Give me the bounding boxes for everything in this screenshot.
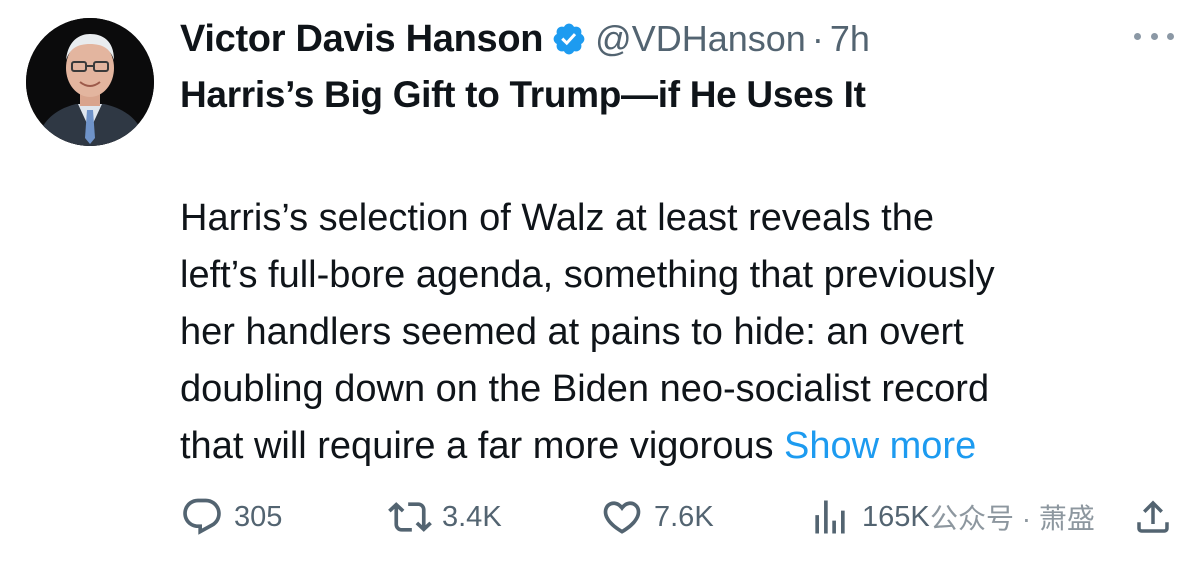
verified-badge-icon [551, 21, 587, 57]
body-line-text: that will require a far more vigorous [180, 425, 785, 467]
avatar[interactable] [26, 18, 154, 146]
separator-dot: · [811, 18, 824, 59]
body-line: her handlers seemed at pains to hide: an… [180, 311, 964, 353]
watermark: 公众号 · 萧盛 [930, 503, 1095, 534]
body-line: left’s full-bore agenda, something that … [180, 254, 995, 296]
body-line: doubling down on the Biden neo-socialist… [180, 368, 990, 410]
like-button[interactable]: 7.6K [600, 492, 714, 542]
show-more-link[interactable]: Show more [784, 425, 976, 467]
repost-button[interactable]: 3.4K [388, 492, 502, 542]
heart-icon [603, 501, 641, 534]
tweet-header: Victor Davis Hanson @VDHanson · 7h [180, 12, 870, 66]
reply-button[interactable]: 305 [180, 492, 282, 542]
tweet-headline: Harris’s Big Gift to Trump—if He Uses It [180, 74, 866, 115]
tweet-body: Harris’s selection of Walz at least reve… [180, 190, 1180, 475]
views-icon [815, 500, 845, 534]
views-button[interactable]: 165K [808, 492, 930, 542]
like-count: 7.6K [654, 500, 714, 533]
repost-icon [388, 502, 432, 532]
repost-count: 3.4K [442, 500, 502, 533]
body-line: Harris’s selection of Walz at least reve… [180, 197, 934, 239]
more-options-icon[interactable] [1134, 28, 1174, 44]
share-icon[interactable] [1132, 496, 1174, 543]
avatar-photo [26, 18, 154, 146]
author-name[interactable]: Victor Davis Hanson [180, 18, 543, 61]
body-line-last: that will require a far more vigorous Sh… [180, 418, 1180, 475]
reply-icon [183, 498, 221, 535]
views-count: 165K [862, 500, 930, 533]
reply-count: 305 [234, 500, 283, 533]
timestamp[interactable]: 7h [830, 18, 870, 60]
author-handle[interactable]: @VDHanson [595, 18, 806, 60]
